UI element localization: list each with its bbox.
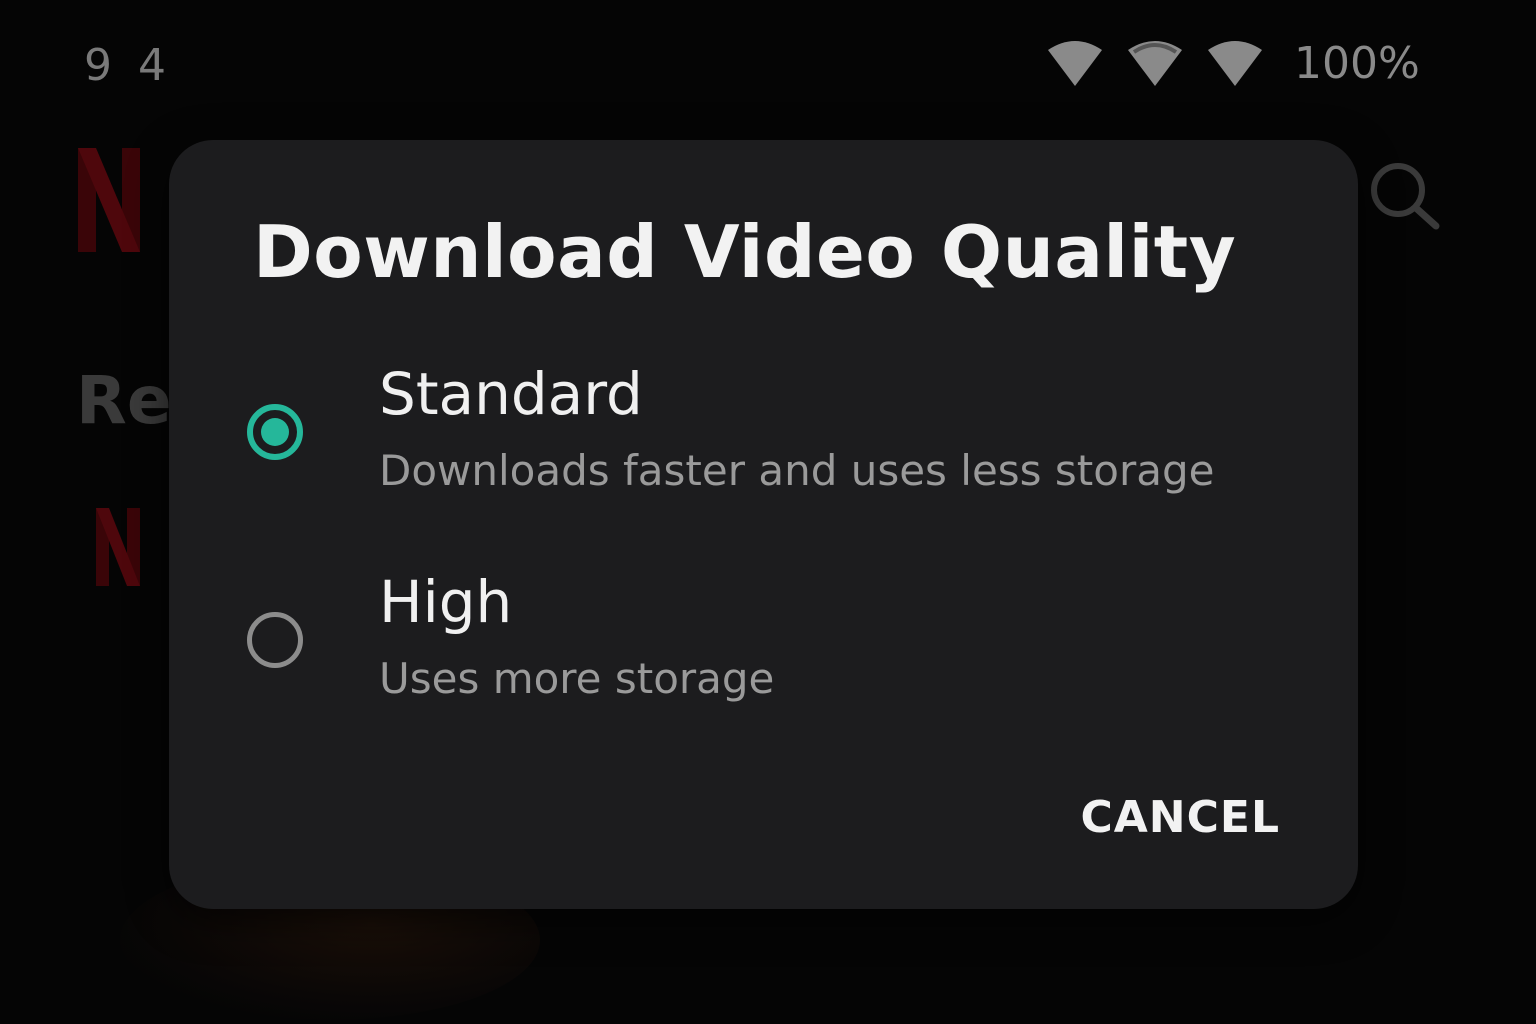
dialog-title: Download Video Quality (253, 210, 1237, 294)
radio-button-checked[interactable] (247, 404, 303, 460)
app-screen: 9 4 100% Re Download Video Quality Stand… (0, 0, 1536, 1024)
wifi-icon (1128, 40, 1182, 86)
option-description: Downloads faster and uses less storage (379, 446, 1215, 495)
radio-dot (261, 418, 289, 446)
option-label: Standard (379, 360, 643, 428)
option-standard[interactable]: Standard Downloads faster and uses less … (169, 360, 1358, 510)
status-icons: 100% (1046, 38, 1420, 89)
option-high[interactable]: High Uses more storage (169, 568, 1358, 718)
option-description: Uses more storage (379, 654, 775, 703)
download-quality-dialog: Download Video Quality Standard Download… (169, 140, 1358, 909)
battery-percentage: 100% (1294, 38, 1420, 89)
netflix-logo-icon (78, 148, 140, 252)
cancel-button[interactable]: CANCEL (1080, 792, 1280, 843)
netflix-logo-icon (96, 508, 140, 586)
wifi-icon (1208, 40, 1262, 86)
row-title: Re (76, 362, 172, 439)
radio-button-unchecked[interactable] (247, 612, 303, 668)
search-icon[interactable] (1368, 160, 1440, 232)
option-label: High (379, 568, 513, 636)
status-time: 9 4 (84, 40, 172, 91)
wifi-icon (1048, 40, 1102, 86)
